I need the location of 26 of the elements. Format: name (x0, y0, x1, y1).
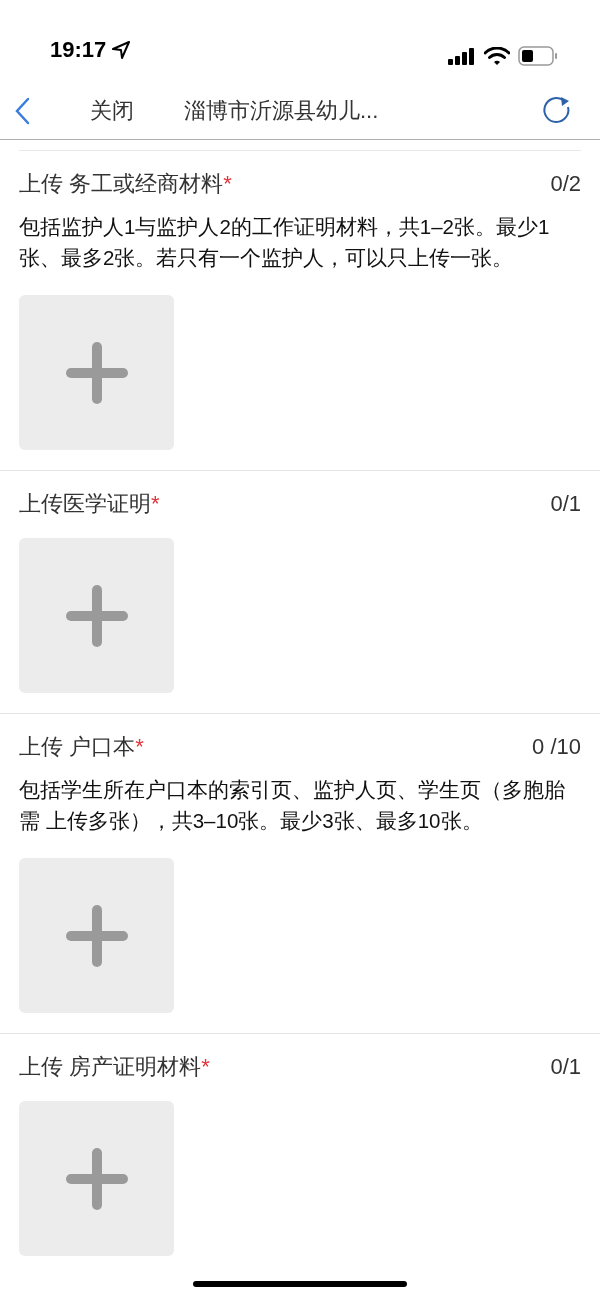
section-description: 包括监护人1与监护人2的工作证明材料，共1–2张。最少1张、最多2张。若只有一个监护人，可以只上传一张。 (19, 214, 551, 271)
add-photo-tile[interactable] (19, 538, 174, 693)
upload-count: 0/2 (550, 169, 581, 198)
signal-icon (448, 47, 476, 65)
upload-count: 0 /10 (532, 732, 581, 761)
page-title: 淄博市沂源县幼儿... (184, 97, 379, 125)
plus-icon (65, 1147, 128, 1210)
section-title: 上传医学证明* (19, 489, 160, 518)
wifi-icon (484, 46, 510, 66)
location-arrow-icon (112, 40, 131, 59)
status-time: 19:17 (50, 36, 107, 64)
section-title: 上传 务工或经商材料* (19, 169, 232, 198)
upload-count: 0/1 (550, 489, 581, 518)
section-title: 上传 房产证明材料* (19, 1052, 210, 1081)
section-description: 包括学生所在户口本的索引页、监护人页、学生页（多胞胎需 上传多张），共3–10张。最少3张、最多10张。 (19, 777, 566, 834)
plus-icon (65, 584, 128, 647)
add-photo-tile[interactable] (19, 858, 174, 1013)
battery-icon (518, 46, 558, 66)
close-button[interactable]: 关闭 (90, 94, 134, 127)
section-title: 上传 户口本* (19, 732, 144, 761)
upload-count: 0/1 (550, 1052, 581, 1081)
add-photo-tile[interactable] (19, 295, 174, 450)
plus-icon (65, 904, 128, 967)
plus-icon (65, 341, 128, 404)
back-icon (14, 96, 30, 125)
add-photo-tile[interactable] (19, 1101, 174, 1256)
